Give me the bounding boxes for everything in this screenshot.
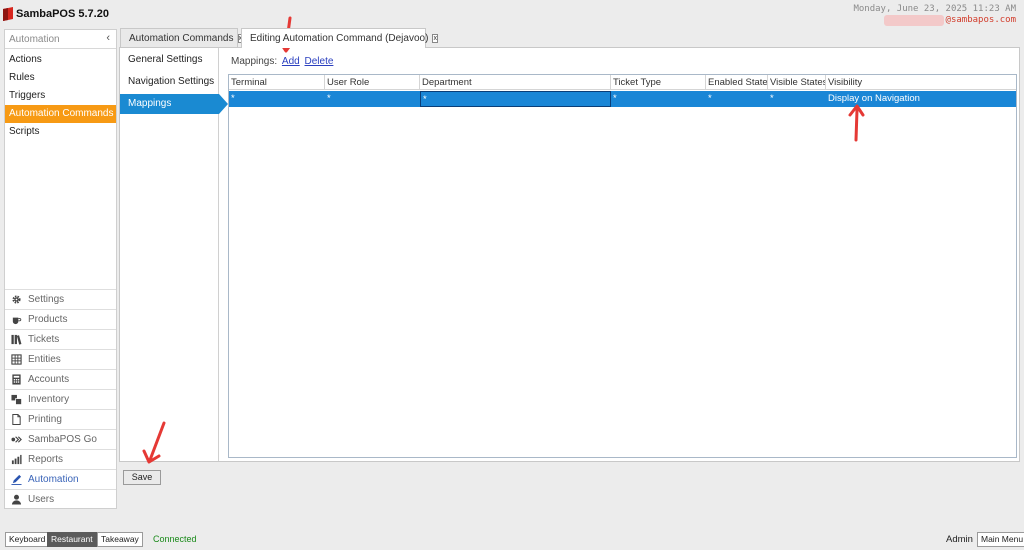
nav-item-label: Printing — [28, 414, 62, 425]
annotation-arrow-up-icon — [848, 104, 865, 142]
nav-item-label: Automation — [28, 474, 79, 485]
redacted-username — [884, 15, 944, 26]
cell-user-role[interactable]: * — [325, 91, 420, 107]
go-icon — [10, 434, 22, 446]
main-menu-button[interactable]: Main Menu — [977, 532, 1024, 547]
pen-icon — [10, 474, 22, 486]
mappings-label: Mappings: — [231, 56, 278, 67]
sambapos-logo-icon — [3, 7, 13, 21]
column-header-ticket-type[interactable]: Ticket Type — [611, 75, 706, 90]
nav-item-label: Settings — [28, 294, 65, 305]
save-button[interactable]: Save — [123, 470, 161, 485]
app-header: SambaPOS 5.7.20 Monday, June 23, 2025 11… — [0, 0, 1024, 28]
nav-item-label: Inventory — [28, 394, 70, 405]
nav-item-automation[interactable]: Automation — [5, 469, 116, 489]
cell-ticket-type[interactable]: * — [611, 91, 706, 107]
grid-header: Terminal User Role Department Ticket Typ… — [229, 75, 1016, 90]
column-header-department[interactable]: Department — [420, 75, 611, 90]
keyboard-button[interactable]: Keyboard — [5, 532, 50, 547]
current-user: Admin — [946, 534, 973, 545]
nav-item-accounts[interactable]: Accounts — [5, 369, 116, 389]
editor-panel: General Settings Navigation Settings Map… — [119, 47, 1020, 462]
status-bar: Keyboard Restaurant Takeaway Connected A… — [0, 528, 1024, 550]
connection-status: Connected — [153, 534, 197, 544]
settings-tab-navigation[interactable]: Navigation Settings — [120, 72, 219, 92]
tab-automation-commands[interactable]: Automation Commands x — [120, 28, 243, 47]
entities-icon — [10, 354, 22, 366]
settings-tab-mappings[interactable]: Mappings — [120, 94, 228, 114]
sidebar-item-actions[interactable]: Actions — [5, 51, 116, 69]
sidebar-header: Automation ‹ — [5, 30, 116, 49]
restaurant-button[interactable]: Restaurant — [47, 532, 97, 547]
takeaway-button[interactable]: Takeaway — [97, 532, 143, 547]
datetime-display: Monday, June 23, 2025 11:23 AM — [853, 4, 1016, 14]
delete-mapping-link[interactable]: Delete — [305, 56, 334, 67]
sidebar-item-list: Actions Rules Triggers Automation Comman… — [5, 51, 116, 141]
table-row[interactable]: * * * * * * Display on Navigation — [229, 91, 1016, 107]
add-mapping-link[interactable]: Add — [282, 56, 300, 67]
collapse-sidebar-button[interactable]: ‹ — [106, 32, 110, 44]
cell-visible-states[interactable]: * — [768, 91, 826, 107]
tab-label: Automation Commands — [129, 32, 234, 44]
nav-item-entities[interactable]: Entities — [5, 349, 116, 369]
nav-item-tickets[interactable]: Tickets — [5, 329, 116, 349]
annotation-arrow-down-icon — [142, 421, 166, 464]
nav-item-label: Tickets — [28, 334, 60, 345]
settings-tab-general[interactable]: General Settings — [120, 50, 219, 70]
app-title: SambaPOS 5.7.20 — [16, 8, 109, 20]
nav-item-users[interactable]: Users — [5, 489, 116, 509]
nav-item-settings[interactable]: Settings — [5, 289, 116, 309]
settings-nav: General Settings Navigation Settings Map… — [120, 48, 228, 461]
sidebar-item-rules[interactable]: Rules — [5, 69, 116, 87]
tab-label: Editing Automation Command (Dejavoo) — [250, 33, 429, 44]
nav-item-label: Accounts — [28, 374, 70, 385]
nav-item-products[interactable]: Products — [5, 309, 116, 329]
mappings-toolbar: Mappings: Add Delete — [231, 56, 333, 67]
nav-item-label: Products — [28, 314, 68, 325]
sidebar-item-scripts[interactable]: Scripts — [5, 123, 116, 141]
nav-item-label: SambaPOS Go — [28, 434, 97, 445]
coffee-cup-icon — [10, 314, 22, 326]
cell-enabled-states[interactable]: * — [706, 91, 768, 107]
column-header-enabled-states[interactable]: Enabled States — [706, 75, 768, 90]
nav-item-sambapos-go[interactable]: SambaPOS Go — [5, 429, 116, 449]
column-header-user-role[interactable]: User Role — [325, 75, 420, 90]
nav-item-inventory[interactable]: Inventory — [5, 389, 116, 409]
gear-icon — [10, 294, 22, 306]
user-email: @sambapos.com — [945, 15, 1016, 25]
sidebar-section-title: Automation — [9, 34, 60, 45]
cell-terminal[interactable]: * — [229, 91, 325, 107]
document-icon — [10, 414, 22, 426]
user-icon — [10, 494, 22, 506]
nav-item-printing[interactable]: Printing — [5, 409, 116, 429]
sidebar: Automation ‹ Actions Rules Triggers Auto… — [4, 29, 117, 509]
tickets-icon — [10, 334, 22, 346]
inventory-icon — [10, 394, 22, 406]
column-header-visibility[interactable]: Visibility — [826, 75, 1016, 90]
nav-item-label: Users — [28, 494, 55, 505]
main-navigation: Settings Products Tickets Entities Accou… — [5, 289, 116, 509]
sidebar-item-automation-commands[interactable]: Automation Commands — [5, 105, 116, 123]
nav-item-label: Entities — [28, 354, 61, 365]
tab-editing-automation-command[interactable]: Editing Automation Command (Dejavoo) x — [241, 28, 438, 48]
calculator-icon — [10, 374, 22, 386]
nav-item-label: Reports — [28, 454, 64, 465]
nav-item-reports[interactable]: Reports — [5, 449, 116, 469]
close-tab-icon[interactable]: x — [432, 34, 438, 43]
column-header-visible-states[interactable]: Visible States — [768, 75, 826, 90]
sidebar-item-triggers[interactable]: Triggers — [5, 87, 116, 105]
column-header-terminal[interactable]: Terminal — [229, 75, 325, 90]
bar-chart-icon — [10, 454, 22, 466]
selection-pointer — [219, 94, 228, 114]
cell-department[interactable]: * — [420, 91, 611, 107]
settings-tab-label: Mappings — [128, 98, 172, 109]
mappings-grid: Terminal User Role Department Ticket Typ… — [228, 74, 1017, 458]
